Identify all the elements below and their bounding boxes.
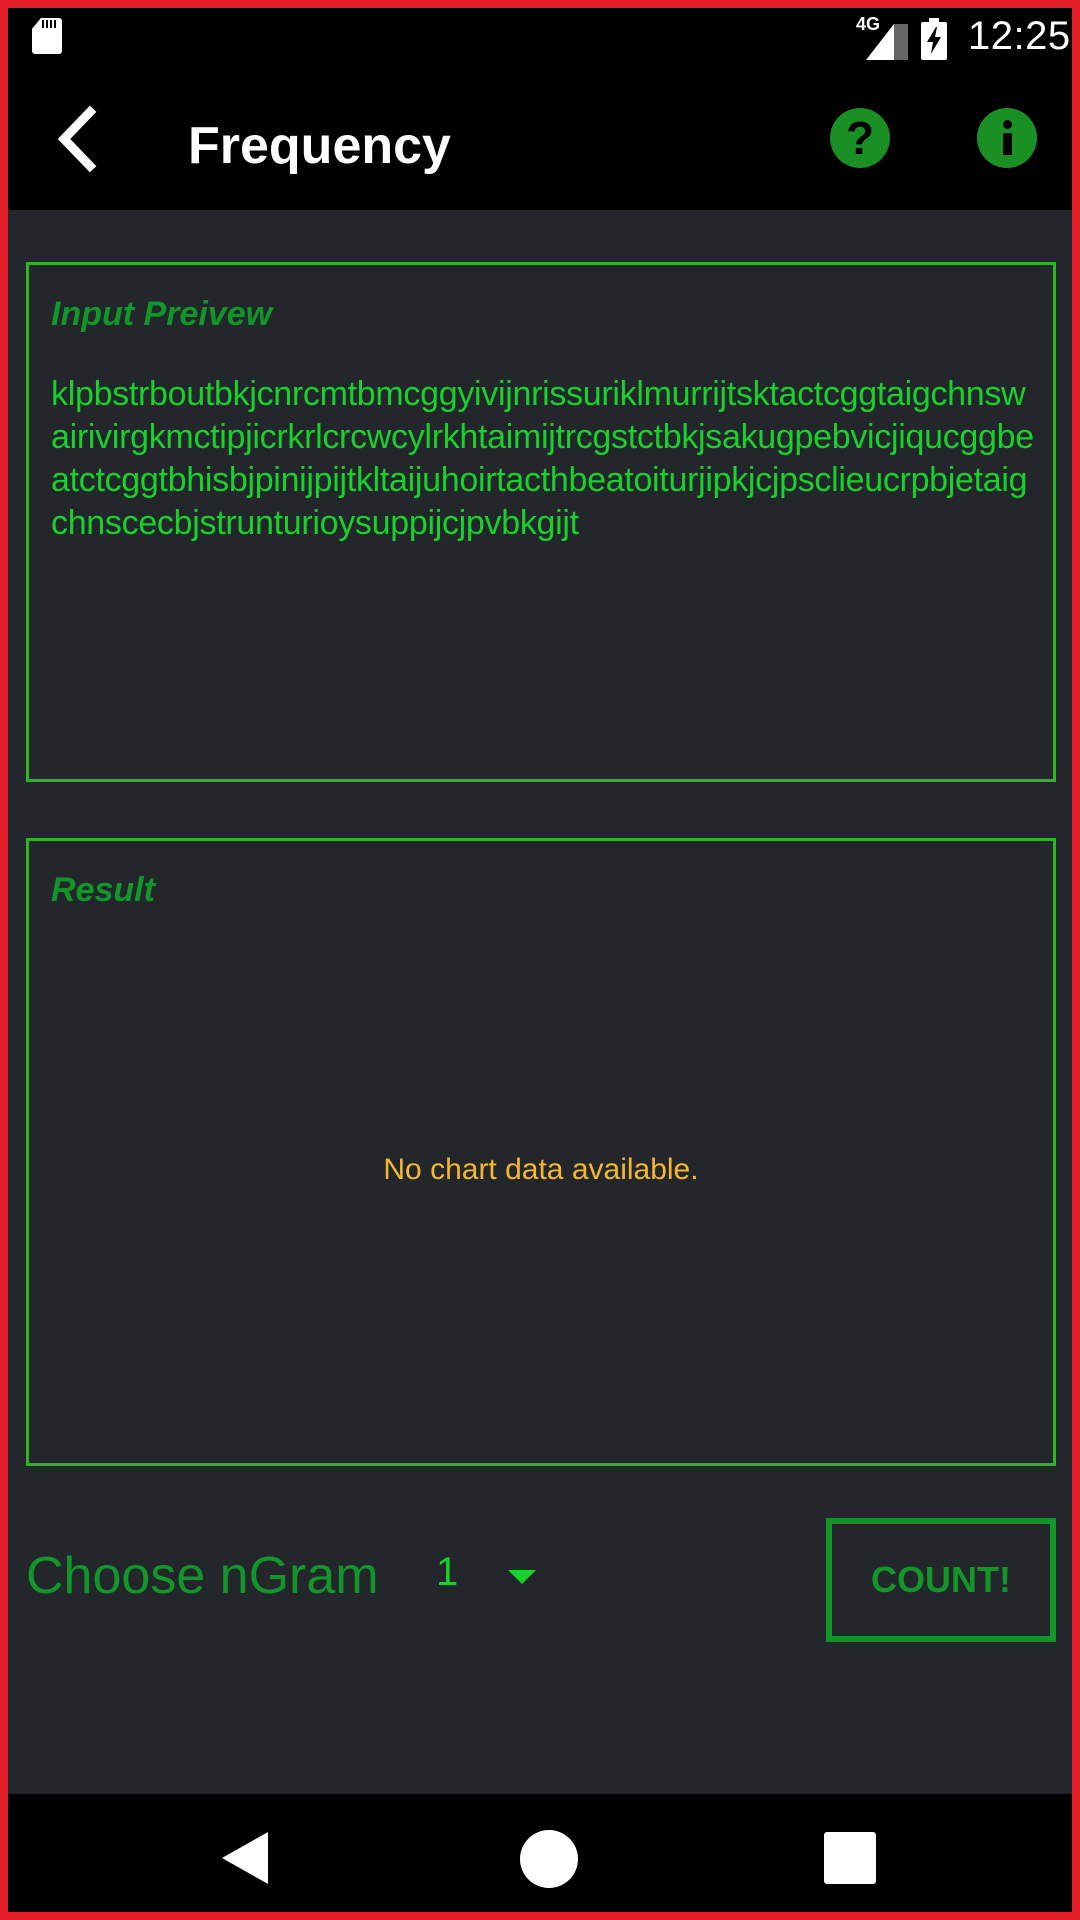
signal-icon: [866, 24, 908, 60]
status-bar: 4G 12:25: [8, 8, 1072, 72]
info-icon[interactable]: [977, 108, 1037, 168]
battery-charging-icon: [921, 18, 947, 60]
dropdown-arrow-icon: [508, 1570, 536, 1584]
app-bar: Frequency ?: [8, 72, 1072, 210]
nav-back-icon[interactable]: [220, 1830, 270, 1886]
status-clock: 12:25: [968, 14, 1071, 58]
result-title: Result: [51, 871, 155, 909]
info-icon-bar: [1003, 133, 1012, 155]
sd-card-icon: [32, 18, 62, 54]
system-nav-bar: [8, 1794, 1072, 1912]
back-arrow-icon[interactable]: [42, 102, 116, 176]
no-chart-data-message: No chart data available.: [383, 1153, 699, 1186]
help-icon[interactable]: ?: [830, 108, 890, 168]
ngram-dropdown[interactable]: 1: [418, 1544, 548, 1614]
input-preview-title: Input Preivew: [51, 295, 273, 333]
input-preview-text: klpbstrboutbkjcnrcmtbmcggyivijnrissurikl…: [51, 375, 1034, 542]
nav-home-icon[interactable]: [520, 1830, 578, 1888]
page-title: Frequency: [188, 117, 451, 175]
result-panel: Result No chart data available.: [26, 838, 1056, 1466]
ngram-selected-value: 1: [436, 1550, 459, 1594]
app-frame: 4G 12:25 Frequency ? Input Preivew klpbs…: [0, 0, 1080, 1920]
nav-recents-icon[interactable]: [824, 1832, 876, 1884]
ngram-label: Choose nGram: [26, 1547, 379, 1605]
count-button[interactable]: COUNT!: [826, 1518, 1056, 1642]
info-icon-dot: [1003, 120, 1012, 129]
input-preview-panel: Input Preivew klpbstrboutbkjcnrcmtbmcggy…: [26, 262, 1056, 782]
